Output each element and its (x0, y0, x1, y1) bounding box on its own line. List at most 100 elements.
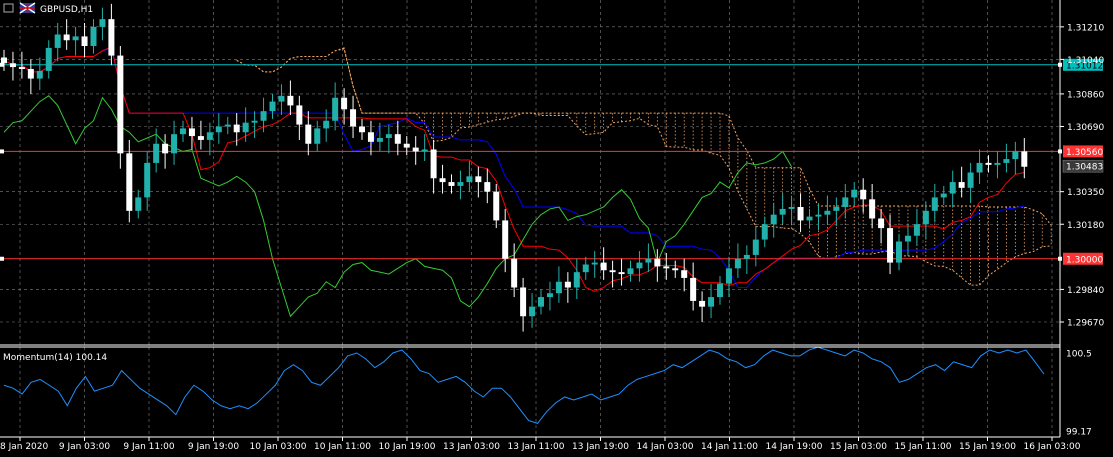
candle-body (833, 207, 840, 211)
candle-body (913, 224, 920, 236)
candle-body (403, 143, 410, 148)
candle-body (609, 270, 616, 273)
candle-body (734, 258, 741, 269)
candle-body (197, 136, 204, 140)
momentum-tick-label: 100.5 (1066, 350, 1092, 360)
candle-body (770, 214, 777, 225)
candle-body (538, 297, 544, 307)
candle-body (269, 101, 276, 112)
candle-body (359, 126, 365, 133)
y-tick-label: 1.31210 (1067, 23, 1104, 33)
y-tick-label: 1.30860 (1067, 90, 1104, 100)
candle-body (967, 172, 974, 188)
candle-body (654, 258, 661, 267)
candle-body (171, 134, 178, 154)
candle-body (690, 277, 697, 301)
candle-body (54, 34, 61, 48)
candle-body (717, 283, 723, 298)
candle-body (529, 306, 536, 317)
candle-body (761, 224, 768, 240)
candle-body (314, 128, 321, 144)
x-tick-label: 14 Jan 03:00 (637, 442, 694, 452)
candle-body (985, 162, 992, 165)
candle-body (502, 220, 509, 259)
candle-body (144, 162, 151, 198)
candle-body (752, 239, 759, 255)
candle-body (797, 207, 804, 221)
candle-body (466, 176, 473, 183)
main-plot-area (0, 0, 1060, 345)
candle-body (72, 36, 79, 41)
candle-body (287, 95, 294, 106)
y-tick-label: 1.31040 (1067, 56, 1104, 66)
candle-body (439, 178, 446, 183)
candle-body (681, 270, 688, 278)
candle-body (117, 55, 124, 154)
candle-body (323, 120, 330, 129)
candle-body (385, 134, 392, 138)
x-tick-label: 9 Jan 19:00 (188, 442, 240, 452)
x-tick-label: 15 Jan 03:00 (830, 442, 887, 452)
candle-body (815, 214, 822, 217)
candle-body (949, 182, 956, 194)
candle-body (350, 109, 357, 127)
x-tick-label: 10 Jan 03:00 (250, 442, 307, 452)
candle-body (81, 36, 88, 46)
candle-body (904, 235, 911, 242)
candle-body (153, 143, 160, 163)
hline-handle (0, 149, 4, 154)
candle-body (958, 182, 965, 188)
candle-body (994, 162, 1001, 165)
x-tick-label: 16 Jan 03:00 (1024, 442, 1081, 452)
x-tick-label: 14 Jan 19:00 (766, 442, 823, 452)
candle-body (940, 193, 947, 198)
candle-body (743, 254, 750, 259)
candle-body (126, 153, 133, 211)
x-tick-label: 13 Jan 19:00 (572, 442, 629, 452)
candle-body (215, 126, 222, 133)
symbol-label: GBPUSD,H1 (40, 5, 93, 15)
candle-body (27, 69, 34, 79)
x-tick-label: 10 Jan 11:00 (314, 442, 371, 452)
y-tick-label: 1.30180 (1067, 221, 1104, 231)
candle-body (511, 258, 518, 288)
candle-body (251, 120, 258, 123)
candle-body (600, 262, 607, 271)
candle-body (188, 128, 195, 137)
candle-body (869, 199, 876, 219)
candle-body (1012, 151, 1019, 160)
candle-body (582, 264, 589, 273)
candle-body (394, 134, 401, 144)
hline-handle (0, 62, 4, 67)
candle-body (806, 216, 813, 221)
candle-body (475, 176, 482, 183)
candle-body (448, 182, 455, 186)
candle-body (788, 207, 795, 209)
candle-body (206, 132, 213, 140)
x-tick-label: 9 Jan 03:00 (59, 442, 111, 452)
candle-body (887, 228, 894, 263)
candle-body (520, 287, 527, 317)
x-tick-label: 10 Jan 19:00 (379, 442, 436, 452)
candle-body (591, 262, 598, 265)
candle-body (412, 147, 419, 152)
candle-body (725, 268, 732, 284)
x-tick-label: 14 Jan 11:00 (701, 442, 758, 452)
momentum-title: Momentum(14) 100.14 (3, 353, 107, 363)
candle-body (90, 26, 97, 46)
candle-body (484, 182, 491, 192)
x-tick-label: 15 Jan 11:00 (895, 442, 952, 452)
y-tick-label: 1.30350 (1067, 188, 1104, 198)
x-tick-label: 13 Jan 11:00 (508, 442, 565, 452)
candle-body (332, 97, 339, 121)
chart-canvas: 1.310121.305601.30000 1.312101.310401.30… (0, 0, 1104, 452)
candle-body (224, 124, 231, 127)
candle-body (430, 149, 437, 179)
candle-body (376, 138, 383, 142)
candle-body (278, 95, 285, 102)
candle-body (878, 218, 885, 229)
candle-body (242, 122, 249, 133)
candle-body (233, 124, 240, 133)
candle-body (180, 128, 186, 135)
x-tick-label: 13 Jan 03:00 (443, 442, 500, 452)
